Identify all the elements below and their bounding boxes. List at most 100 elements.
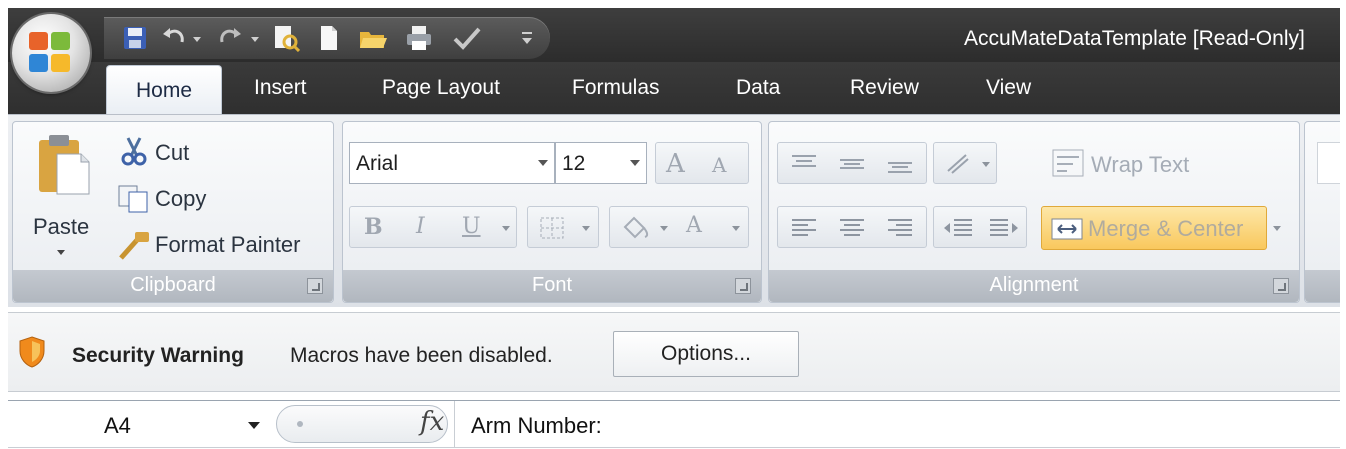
font-color-dropdown-icon[interactable] [732, 226, 740, 231]
print-preview-icon[interactable] [272, 24, 300, 52]
paste-label[interactable]: Paste [33, 214, 89, 240]
excel-window: AccuMateDataTemplate [Read-Only] Home In… [0, 0, 1340, 449]
open-folder-icon[interactable] [358, 24, 388, 52]
cut-button[interactable]: Cut [155, 140, 189, 166]
font-grow-shrink-group: A A [655, 142, 749, 184]
redo-dropdown-icon[interactable] [250, 24, 260, 52]
merge-center-icon [1051, 218, 1083, 240]
horizontal-align-group [777, 206, 927, 248]
font-size-value: 12 [562, 152, 586, 175]
bold-button[interactable]: B [364, 214, 383, 240]
number-caption [1305, 270, 1340, 302]
quick-access-toolbar [104, 17, 550, 59]
font-name-combobox[interactable]: Arial [349, 142, 555, 184]
borders-dropdown-icon[interactable] [582, 226, 590, 231]
formula-bar-dot-icon [297, 421, 303, 427]
font-style-group: B I U [349, 206, 517, 248]
format-painter-button[interactable]: Format Painter [155, 232, 301, 258]
font-dialog-launcher-icon[interactable] [735, 278, 751, 294]
options-button[interactable]: Options... [613, 331, 799, 377]
undo-dropdown-icon[interactable] [192, 24, 202, 52]
undo-icon[interactable] [160, 24, 188, 52]
font-size-dropdown-icon[interactable] [630, 160, 640, 166]
spelling-check-icon[interactable] [452, 24, 482, 52]
tab-insert[interactable]: Insert [254, 76, 307, 100]
copy-icon[interactable] [117, 184, 151, 214]
alignment-caption: Alignment [769, 270, 1299, 302]
name-box[interactable]: A4 [8, 401, 270, 447]
grow-font-button[interactable]: A [666, 149, 685, 179]
align-top-icon[interactable] [790, 153, 818, 175]
save-icon[interactable] [122, 24, 148, 52]
cut-icon[interactable] [119, 136, 149, 166]
ribbon-tabs: Home Insert Page Layout Formulas Data Re… [8, 62, 1340, 118]
font-color-button[interactable]: A [686, 213, 702, 238]
wrap-text-button[interactable]: Wrap Text [1091, 152, 1189, 178]
title-bar: AccuMateDataTemplate [Read-Only] [8, 8, 1340, 62]
security-warning-message: Macros have been disabled. [290, 344, 553, 367]
tab-data[interactable]: Data [736, 76, 780, 100]
increase-indent-icon[interactable] [988, 217, 1020, 239]
tab-review[interactable]: Review [850, 76, 919, 100]
number-format-combobox[interactable] [1317, 142, 1340, 184]
align-right-icon[interactable] [886, 217, 914, 239]
new-document-icon[interactable] [318, 24, 340, 52]
align-left-icon[interactable] [790, 217, 818, 239]
office-logo-icon [29, 32, 73, 74]
tab-view[interactable]: View [986, 76, 1031, 100]
align-middle-icon[interactable] [838, 153, 866, 175]
borders-icon [540, 217, 564, 239]
merge-center-label: Merge & Center [1088, 216, 1244, 241]
fill-color-icon[interactable] [620, 215, 650, 241]
fill-color-dropdown-icon[interactable] [660, 226, 668, 231]
office-button[interactable] [12, 14, 90, 92]
clipboard-caption: Clipboard [13, 270, 333, 302]
orientation-dropdown-icon[interactable] [982, 162, 990, 167]
borders-button[interactable] [527, 206, 599, 248]
decrease-indent-icon[interactable] [942, 217, 974, 239]
underline-button[interactable]: U [462, 214, 481, 239]
shrink-font-button[interactable]: A [712, 153, 726, 177]
format-painter-icon[interactable] [117, 230, 151, 262]
alignment-caption-label: Alignment [989, 274, 1079, 296]
tab-home[interactable]: Home [106, 65, 222, 118]
align-center-icon[interactable] [838, 217, 866, 239]
customize-toolbar-icon[interactable] [520, 24, 534, 52]
quick-print-icon[interactable] [404, 24, 434, 52]
clipboard-group: Paste Cut Copy Format Painter Clipboard [12, 121, 334, 303]
wrap-text-icon[interactable] [1051, 148, 1085, 178]
ribbon: Paste Cut Copy Format Painter Clipboard [8, 114, 1340, 307]
font-caption: Font [343, 270, 761, 302]
tab-formulas[interactable]: Formulas [572, 76, 660, 100]
alignment-dialog-launcher-icon[interactable] [1273, 278, 1289, 294]
merge-center-dropdown-icon[interactable] [1273, 226, 1281, 231]
formula-input[interactable]: Arm Number: [454, 401, 1340, 447]
font-size-combobox[interactable]: 12 [555, 142, 647, 184]
merge-center-button[interactable]: Merge & Center [1041, 206, 1267, 250]
formula-content: Arm Number: [471, 413, 602, 438]
paste-dropdown-icon[interactable] [57, 250, 65, 255]
underline-dropdown-icon[interactable] [502, 226, 510, 231]
tab-page-layout[interactable]: Page Layout [382, 76, 500, 100]
align-bottom-icon[interactable] [886, 153, 914, 175]
insert-function-button[interactable]: fx [420, 407, 444, 437]
paste-icon[interactable] [35, 132, 93, 198]
copy-button[interactable]: Copy [155, 186, 206, 212]
orientation-button[interactable] [933, 142, 997, 184]
font-name-dropdown-icon[interactable] [538, 160, 548, 166]
alignment-group: Wrap Text Merge & Center Alignment [768, 121, 1300, 303]
orientation-icon [947, 154, 969, 174]
vertical-align-group [777, 142, 927, 184]
redo-icon[interactable] [216, 24, 244, 52]
name-box-dropdown-icon[interactable] [248, 422, 260, 429]
security-warning-title: Security Warning [72, 344, 244, 367]
fill-and-font-color-group: A [609, 206, 749, 248]
indent-group [933, 206, 1027, 248]
name-box-value: A4 [104, 413, 131, 438]
font-name-value: Arial [356, 152, 399, 175]
font-caption-label: Font [531, 274, 573, 296]
clipboard-dialog-launcher-icon[interactable] [307, 278, 323, 294]
italic-button[interactable]: I [416, 214, 425, 239]
shield-icon [19, 336, 45, 368]
security-warning-bar: Security Warning Macros have been disabl… [8, 312, 1340, 392]
